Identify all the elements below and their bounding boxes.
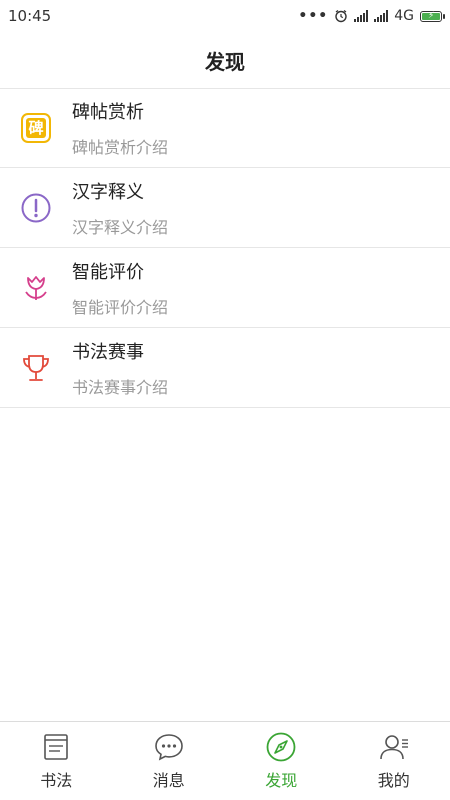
bottom-nav: 书法 消息 发现 我的 bbox=[0, 721, 450, 800]
discover-list: 碑 碑帖赏析 碑帖赏析介绍 汉字释义 汉字释义介绍 智能评价 智能评价介绍 书法… bbox=[0, 88, 450, 408]
list-item-subtitle: 碑帖赏析介绍 bbox=[72, 137, 169, 157]
user-icon bbox=[379, 735, 408, 760]
signal-icon-1 bbox=[354, 10, 369, 22]
alarm-icon bbox=[335, 9, 347, 23]
list-item-title: 碑帖赏析 bbox=[72, 101, 144, 123]
list-item-title: 智能评价 bbox=[72, 261, 144, 283]
list-item-character-meaning[interactable]: 汉字释义 汉字释义介绍 bbox=[0, 168, 450, 248]
nav-item-calligraphy[interactable]: 书法 bbox=[0, 722, 113, 800]
nav-label: 书法 bbox=[40, 771, 73, 790]
nav-item-messages[interactable]: 消息 bbox=[113, 722, 226, 800]
page-title-bar: 发现 bbox=[0, 32, 450, 89]
status-icons: ••• 4G ⚡ bbox=[298, 8, 445, 24]
battery-icon: ⚡ bbox=[420, 10, 445, 22]
discover-screen: 10:45 ••• 4G ⚡ 发现 碑 碑帖赏析 碑帖赏析介绍 汉字释义 汉字释… bbox=[0, 0, 450, 800]
exclamation-icon bbox=[18, 190, 54, 226]
nav-label: 发现 bbox=[265, 771, 298, 790]
signal-icon-2 bbox=[374, 10, 389, 22]
nav-label: 我的 bbox=[377, 771, 410, 790]
nav-item-mine[interactable]: 我的 bbox=[338, 722, 450, 800]
list-item-stele[interactable]: 碑 碑帖赏析 碑帖赏析介绍 bbox=[0, 88, 450, 168]
list-item-title: 汉字释义 bbox=[72, 181, 144, 203]
page-title: 发现 bbox=[205, 49, 245, 74]
nav-label: 消息 bbox=[152, 771, 185, 790]
network-type: 4G bbox=[394, 8, 414, 24]
list-item-subtitle: 书法赛事介绍 bbox=[72, 377, 169, 397]
more-dots-icon: ••• bbox=[298, 8, 329, 24]
list-item-calligraphy-contest[interactable]: 书法赛事 书法赛事介绍 bbox=[0, 328, 450, 408]
stele-icon: 碑 bbox=[18, 110, 54, 146]
trophy-icon bbox=[18, 350, 54, 386]
list-item-subtitle: 汉字释义介绍 bbox=[72, 217, 169, 237]
chat-bubble-icon bbox=[154, 734, 183, 761]
list-item-title: 书法赛事 bbox=[72, 341, 144, 363]
list-item-smart-evaluation[interactable]: 智能评价 智能评价介绍 bbox=[0, 248, 450, 328]
book-icon bbox=[44, 734, 69, 760]
lotus-icon bbox=[18, 270, 54, 306]
compass-icon bbox=[266, 732, 296, 762]
nav-item-discover[interactable]: 发现 bbox=[225, 722, 338, 800]
stele-badge-char: 碑 bbox=[28, 119, 44, 137]
list-item-subtitle: 智能评价介绍 bbox=[72, 297, 169, 317]
status-time: 10:45 bbox=[8, 7, 52, 25]
status-bar: 10:45 ••• 4G ⚡ bbox=[0, 0, 450, 32]
